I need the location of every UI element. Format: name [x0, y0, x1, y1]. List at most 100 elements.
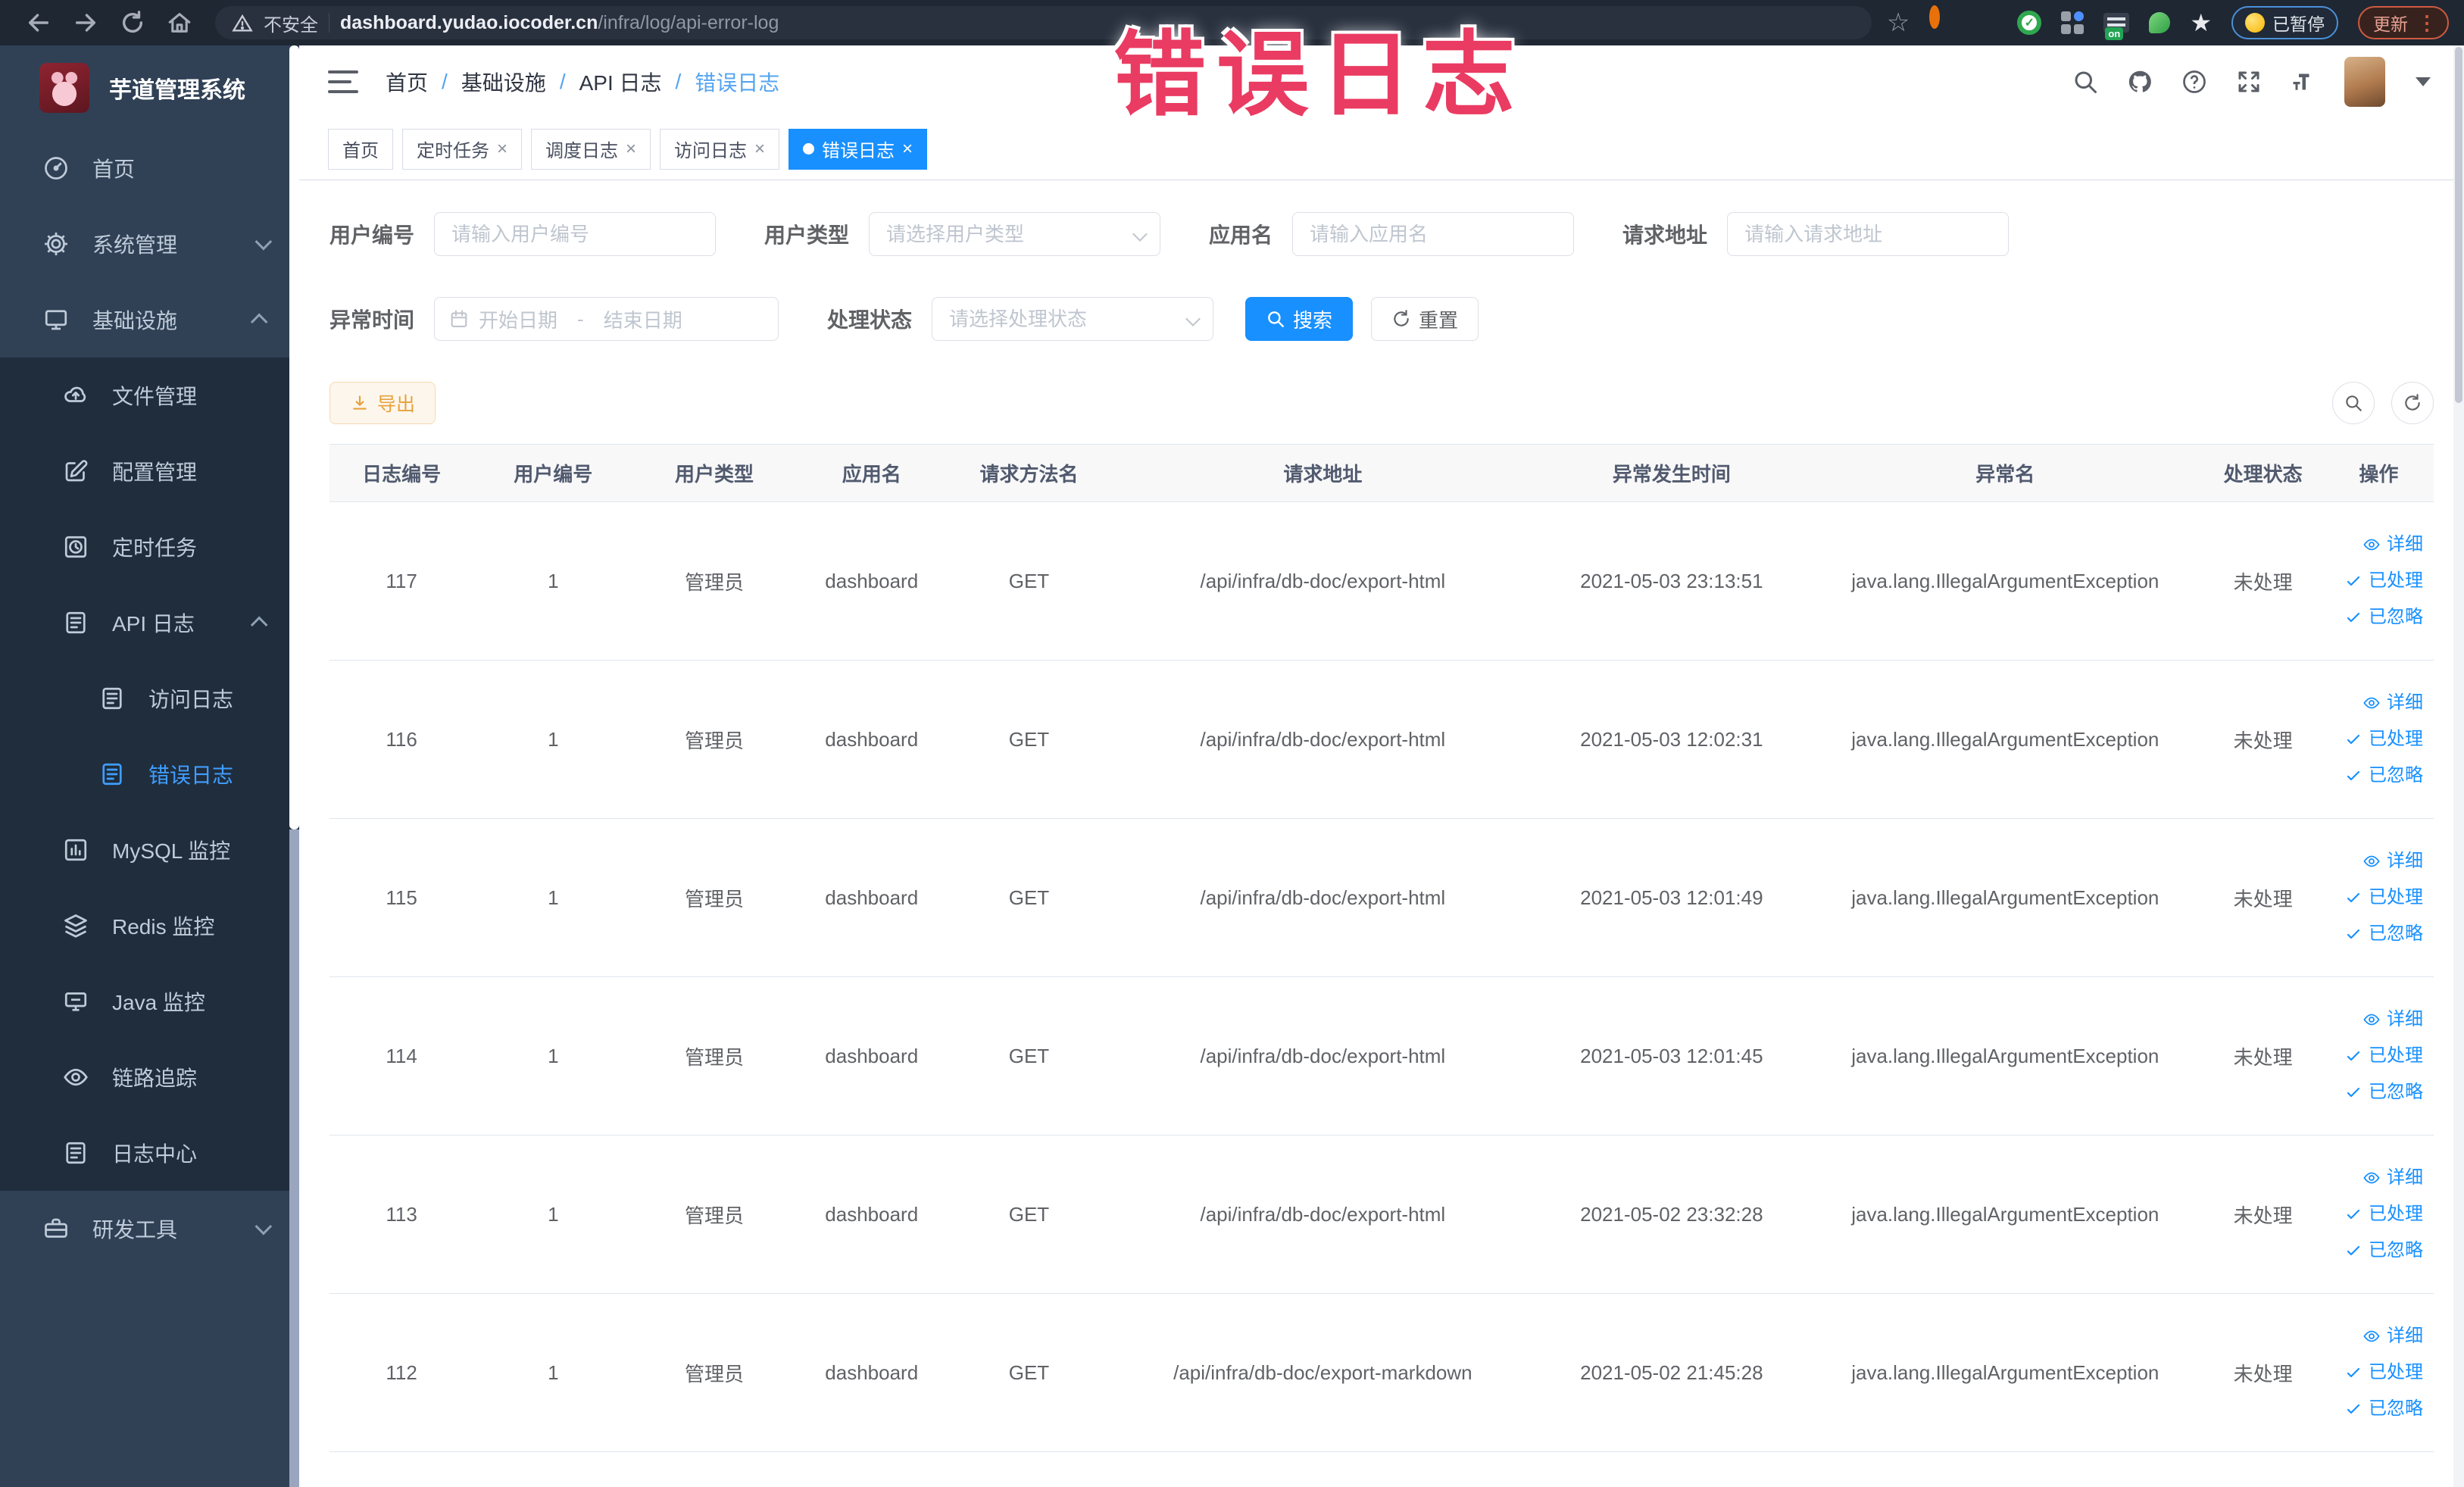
extension-paw-icon[interactable]: ★ — [2190, 8, 2212, 37]
calendar-icon — [448, 308, 470, 330]
browser-forward-icon[interactable] — [73, 10, 98, 36]
tab-schedule-log[interactable]: 调度日志 × — [531, 128, 651, 170]
table-toolbar: 导出 — [329, 382, 2434, 424]
sidebar-scrollbar[interactable] — [289, 45, 299, 1487]
col-log-id: 日志编号 — [329, 444, 474, 502]
address-bar[interactable]: 不安全 dashboard.yudao.iocoder.cn/infra/log… — [215, 6, 1872, 39]
reset-button[interactable]: 重置 — [1371, 297, 1479, 341]
page-scrollbar[interactable] — [2453, 45, 2464, 1487]
chevron-down-icon[interactable] — [2416, 77, 2431, 86]
user-id-input[interactable] — [434, 212, 717, 256]
mark-processed-link[interactable]: 已处理 — [2330, 563, 2423, 599]
extension-leaf-icon[interactable] — [2149, 12, 2171, 33]
close-icon[interactable]: × — [497, 139, 507, 160]
browser-home-icon[interactable] — [167, 10, 192, 36]
sidebar-item-mysql-monitor[interactable]: MySQL 监控 — [0, 812, 299, 888]
browser-menu-icon[interactable]: ⋮ — [2417, 13, 2437, 33]
breadcrumb-infrastructure[interactable]: 基础设施 — [461, 67, 546, 97]
mark-ignored-link[interactable]: 已忽略 — [2330, 1074, 2423, 1111]
tab-home[interactable]: 首页 — [328, 128, 393, 170]
bookmark-star-icon[interactable]: ☆ — [1887, 8, 1910, 38]
page-url[interactable]: dashboard.yudao.iocoder.cn/infra/log/api… — [340, 12, 779, 34]
chevron-down-icon — [255, 1217, 273, 1236]
mark-processed-link[interactable]: 已处理 — [2330, 1038, 2423, 1074]
mark-ignored-link[interactable]: 已忽略 — [2330, 1391, 2423, 1427]
sidebar-item-scheduled-jobs[interactable]: 定时任务 — [0, 509, 299, 585]
sidebar-item-dev-tools[interactable]: 研发工具 — [0, 1191, 299, 1267]
mark-ignored-link[interactable]: 已忽略 — [2330, 916, 2423, 952]
detail-link[interactable]: 详细 — [2330, 1318, 2423, 1354]
detail-link[interactable]: 详细 — [2330, 1001, 2423, 1038]
browser-update-button[interactable]: 更新 ⋮ — [2358, 6, 2449, 39]
extension-orange-icon[interactable] — [1929, 5, 1953, 35]
close-icon[interactable]: × — [754, 139, 765, 160]
sidebar-item-java-monitor[interactable]: Java 监控 — [0, 964, 299, 1039]
search-icon[interactable] — [2072, 68, 2099, 95]
detail-link[interactable]: 详细 — [2330, 1160, 2423, 1196]
github-icon[interactable] — [2126, 68, 2153, 95]
sidebar-item-redis-monitor[interactable]: Redis 监控 — [0, 888, 299, 964]
extension-switch-icon[interactable]: on — [2103, 13, 2130, 40]
browser-reload-icon[interactable] — [120, 10, 145, 36]
mark-ignored-link[interactable]: 已忽略 — [2330, 599, 2423, 636]
close-icon[interactable]: × — [626, 139, 636, 160]
breadcrumb-api-log[interactable]: API 日志 — [579, 67, 662, 97]
app-logo-row[interactable]: 芋道管理系统 — [0, 45, 299, 130]
table-row: 117 1 管理员 dashboard GET /api/infra/db-do… — [329, 501, 2434, 661]
extension-check-icon[interactable]: ✓ — [2017, 11, 2042, 35]
app-name-label: 应用名 — [1209, 223, 1273, 247]
breadcrumb-home[interactable]: 首页 — [386, 67, 428, 97]
sidebar-item-config-mgmt[interactable]: 配置管理 — [0, 433, 299, 509]
mark-processed-link[interactable]: 已处理 — [2330, 1196, 2423, 1232]
extension-shield-icon[interactable] — [1973, 11, 1997, 35]
page-scrollbar-thumb[interactable] — [2455, 47, 2462, 403]
sidebar-item-system-mgmt[interactable]: 系统管理 — [0, 206, 299, 282]
sidebar-item-access-log[interactable]: 访问日志 — [0, 661, 299, 736]
paused-extension-badge[interactable]: 已暂停 — [2231, 6, 2338, 39]
fullscreen-icon[interactable] — [2235, 68, 2263, 95]
search-button[interactable]: 搜索 — [1245, 297, 1354, 341]
mark-processed-link[interactable]: 已处理 — [2330, 879, 2423, 916]
sidebar-collapse-icon[interactable] — [328, 70, 358, 93]
mark-ignored-link[interactable]: 已忽略 — [2330, 758, 2423, 794]
tab-error-log[interactable]: 错误日志 × — [789, 128, 928, 170]
sidebar-item-trace[interactable]: 链路追踪 — [0, 1039, 299, 1115]
mark-processed-link[interactable]: 已处理 — [2330, 1354, 2423, 1391]
active-tab-dot — [803, 143, 815, 155]
help-icon[interactable] — [2181, 68, 2208, 95]
export-button[interactable]: 导出 — [329, 382, 436, 424]
detail-link[interactable]: 详细 — [2330, 526, 2423, 563]
exception-time-range-picker[interactable]: 开始日期 - 结束日期 — [434, 297, 779, 341]
mark-processed-link[interactable]: 已处理 — [2330, 721, 2423, 758]
detail-link[interactable]: 详细 — [2330, 843, 2423, 879]
status-badge: 未处理 — [2202, 1293, 2324, 1452]
browser-back-icon[interactable] — [26, 10, 52, 36]
close-icon[interactable]: × — [902, 139, 913, 160]
sidebar-item-log-center[interactable]: 日志中心 — [0, 1115, 299, 1191]
table-row: 116 1 管理员 dashboard GET /api/infra/db-do… — [329, 660, 2434, 819]
tab-access-log[interactable]: 访问日志 × — [660, 128, 780, 170]
log-icon — [62, 1139, 89, 1167]
gear-icon — [42, 230, 70, 258]
extension-grid-icon[interactable] — [2061, 11, 2085, 34]
avatar[interactable] — [2344, 57, 2385, 107]
sidebar-item-api-log[interactable]: API 日志 — [0, 585, 299, 661]
process-status-select[interactable] — [932, 297, 1214, 341]
sidebar-item-file-mgmt[interactable]: 文件管理 — [0, 358, 299, 433]
sidebar-item-home[interactable]: 首页 — [0, 130, 299, 206]
tab-scheduled-jobs[interactable]: 定时任务 × — [402, 128, 523, 170]
mark-ignored-link[interactable]: 已忽略 — [2330, 1232, 2423, 1269]
sidebar-scrollbar-thumb[interactable] — [289, 45, 299, 829]
request-url-input[interactable] — [1727, 212, 2010, 256]
sidebar-item-infrastructure[interactable]: 基础设施 — [0, 282, 299, 358]
refresh-button[interactable] — [2391, 382, 2434, 424]
status-badge: 未处理 — [2202, 976, 2324, 1136]
font-size-icon[interactable] — [2290, 68, 2317, 95]
user-type-select[interactable] — [869, 212, 1161, 256]
sidebar-item-error-log[interactable]: 错误日志 — [0, 736, 299, 812]
insecure-warning-icon[interactable] — [232, 13, 253, 33]
security-label[interactable]: 不安全 — [264, 10, 318, 36]
detail-link[interactable]: 详细 — [2330, 685, 2423, 721]
app-name-input[interactable] — [1292, 212, 1575, 256]
toggle-search-button[interactable] — [2332, 382, 2375, 424]
